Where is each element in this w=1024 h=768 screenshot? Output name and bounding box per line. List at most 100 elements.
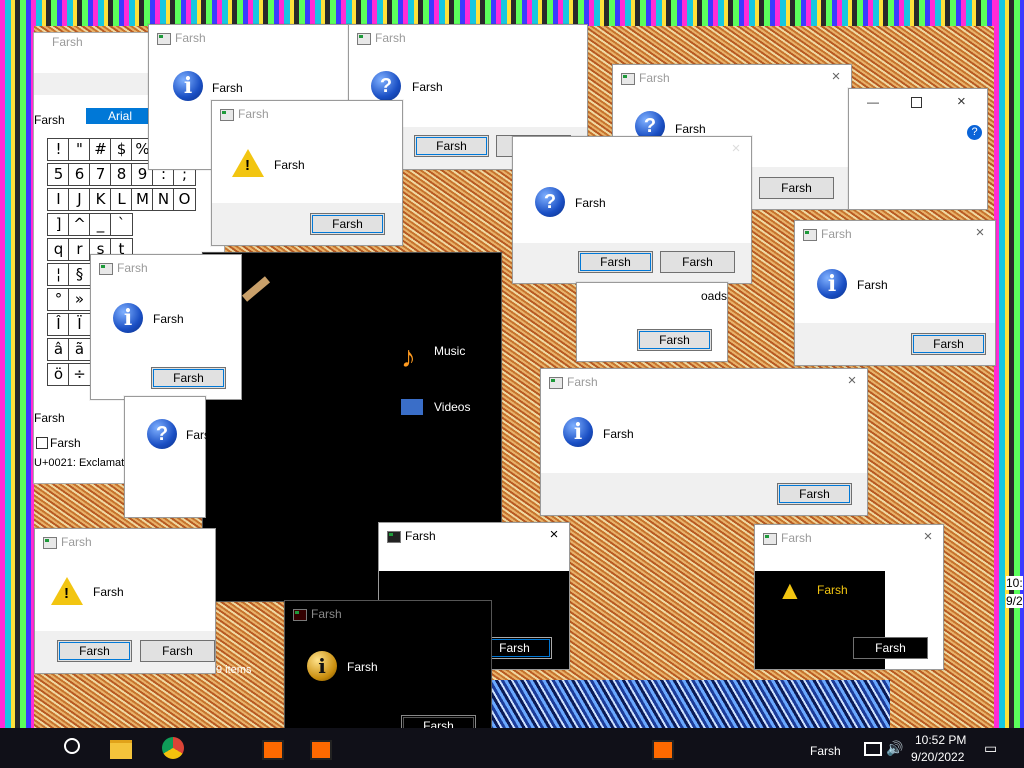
glitch-strip-top: [0, 0, 1024, 26]
close-icon[interactable]: ×: [845, 373, 859, 389]
char-cell[interactable]: `: [110, 213, 133, 236]
char-cell[interactable]: »: [68, 288, 91, 311]
side-clock-time: 10:: [1006, 576, 1023, 590]
clock-time[interactable]: 10:52 PM: [915, 733, 966, 747]
dialog-11: Farsh ! Farsh Farsh Farsh: [34, 528, 216, 674]
font-dropdown-value: Arial: [108, 109, 133, 123]
explorer-item-videos[interactable]: Videos: [434, 400, 470, 414]
network-icon[interactable]: [864, 742, 882, 756]
char-cell[interactable]: 5: [47, 163, 70, 186]
info-icon: i: [563, 417, 593, 447]
music-icon: ♪: [401, 341, 416, 374]
taskbar-label: Farsh: [810, 744, 841, 758]
cancel-button[interactable]: Farsh: [759, 177, 834, 199]
char-cell[interactable]: #: [89, 138, 112, 161]
close-icon[interactable]: ×: [957, 93, 966, 110]
close-icon[interactable]: ×: [829, 69, 843, 85]
cancel-button[interactable]: Farsh: [140, 640, 215, 662]
char-cell[interactable]: J: [68, 188, 91, 211]
char-cell[interactable]: q: [47, 238, 70, 261]
advanced-view-checkbox[interactable]: [36, 437, 48, 449]
char-cell[interactable]: Ï: [68, 313, 91, 336]
char-cell[interactable]: I: [47, 188, 70, 211]
close-icon[interactable]: ×: [973, 225, 987, 241]
ok-button[interactable]: Farsh: [414, 135, 489, 157]
taskbar-app-icon[interactable]: [262, 740, 284, 760]
chrome-icon[interactable]: [162, 737, 184, 759]
char-cell[interactable]: $: [110, 138, 133, 161]
ok-button[interactable]: Farsh: [911, 333, 986, 355]
help-icon[interactable]: ?: [967, 125, 982, 140]
char-cell[interactable]: ]: [47, 213, 70, 236]
char-cell[interactable]: ": [68, 138, 91, 161]
dialog-title: Farsh: [405, 529, 436, 543]
char-cell[interactable]: O: [173, 188, 196, 211]
dialog-title: Farsh: [117, 261, 148, 275]
char-cell[interactable]: M: [131, 188, 154, 211]
char-cell[interactable]: ¦: [47, 263, 70, 286]
dialog-14: Farsh i Farsh Farsh: [284, 600, 492, 748]
info-icon: i: [307, 651, 337, 681]
ok-button[interactable]: Farsh: [57, 640, 132, 662]
info-icon: i: [113, 303, 143, 333]
maximize-icon[interactable]: [911, 97, 922, 108]
side-clock-date: 9/2: [1006, 594, 1023, 608]
char-cell[interactable]: 8: [110, 163, 133, 186]
dialog-title: Farsh: [821, 227, 852, 241]
dialog-message: Farsh: [575, 196, 606, 210]
ok-button[interactable]: Farsh: [853, 637, 928, 659]
taskbar-app-icon[interactable]: [652, 740, 674, 760]
dialog-message: Farsh: [347, 660, 378, 674]
dialog-title: Farsh: [238, 107, 269, 121]
char-cell[interactable]: !: [47, 138, 70, 161]
char-cell[interactable]: K: [89, 188, 112, 211]
char-cell[interactable]: r: [68, 238, 91, 261]
volume-icon[interactable]: 🔊: [886, 740, 903, 757]
cancel-button[interactable]: Farsh: [660, 251, 735, 273]
close-icon[interactable]: ×: [547, 527, 561, 543]
char-cell[interactable]: 6: [68, 163, 91, 186]
dialog-title: Farsh: [567, 375, 598, 389]
ok-button[interactable]: Farsh: [310, 213, 385, 235]
char-cell[interactable]: L: [110, 188, 133, 211]
close-icon[interactable]: ×: [921, 529, 935, 545]
search-icon[interactable]: [64, 738, 80, 754]
char-cell[interactable]: _: [89, 213, 112, 236]
char-cell[interactable]: ^: [68, 213, 91, 236]
char-cell[interactable]: Î: [47, 313, 70, 336]
dialog-message: Farsh: [857, 278, 888, 292]
dialog-13: Farsh × ▲ Farsh Farsh: [754, 524, 944, 670]
glitch-strip-left: [0, 0, 34, 730]
file-explorer-icon[interactable]: [110, 740, 132, 759]
downloads-label: oads: [701, 289, 728, 303]
info-icon: i: [817, 269, 847, 299]
minimize-icon[interactable]: —: [867, 95, 879, 109]
char-cell[interactable]: N: [152, 188, 175, 211]
knife-icon: [241, 276, 271, 302]
ok-button[interactable]: Farsh: [777, 483, 852, 505]
taskbar-app-icon[interactable]: [310, 740, 332, 760]
char-cell[interactable]: ö: [47, 363, 70, 386]
ok-button[interactable]: Farsh: [151, 367, 226, 389]
warning-icon: !: [232, 149, 264, 177]
videos-icon: [401, 399, 423, 415]
char-cell[interactable]: 7: [89, 163, 112, 186]
char-cell[interactable]: ã: [68, 338, 91, 361]
char-cell[interactable]: ÷: [68, 363, 91, 386]
explorer-item-music[interactable]: Music: [434, 344, 465, 358]
char-cell[interactable]: °: [47, 288, 70, 311]
clock-date[interactable]: 9/20/2022: [911, 750, 964, 764]
question-icon: ?: [147, 419, 177, 449]
char-cell[interactable]: §: [68, 263, 91, 286]
dialog-message: Farsh: [93, 585, 124, 599]
ok-button[interactable]: Farsh: [578, 251, 653, 273]
char-cell[interactable]: â: [47, 338, 70, 361]
close-icon[interactable]: ×: [729, 141, 743, 157]
dialog-title: Farsh: [639, 71, 670, 85]
dialog-message: Farsh: [274, 158, 305, 172]
charmap-title: Farsh: [52, 35, 83, 49]
ok-button[interactable]: Farsh: [637, 329, 712, 351]
warning-icon: ▲: [777, 575, 803, 605]
notification-icon[interactable]: ▭: [984, 740, 997, 757]
font-label: Farsh: [34, 113, 65, 127]
